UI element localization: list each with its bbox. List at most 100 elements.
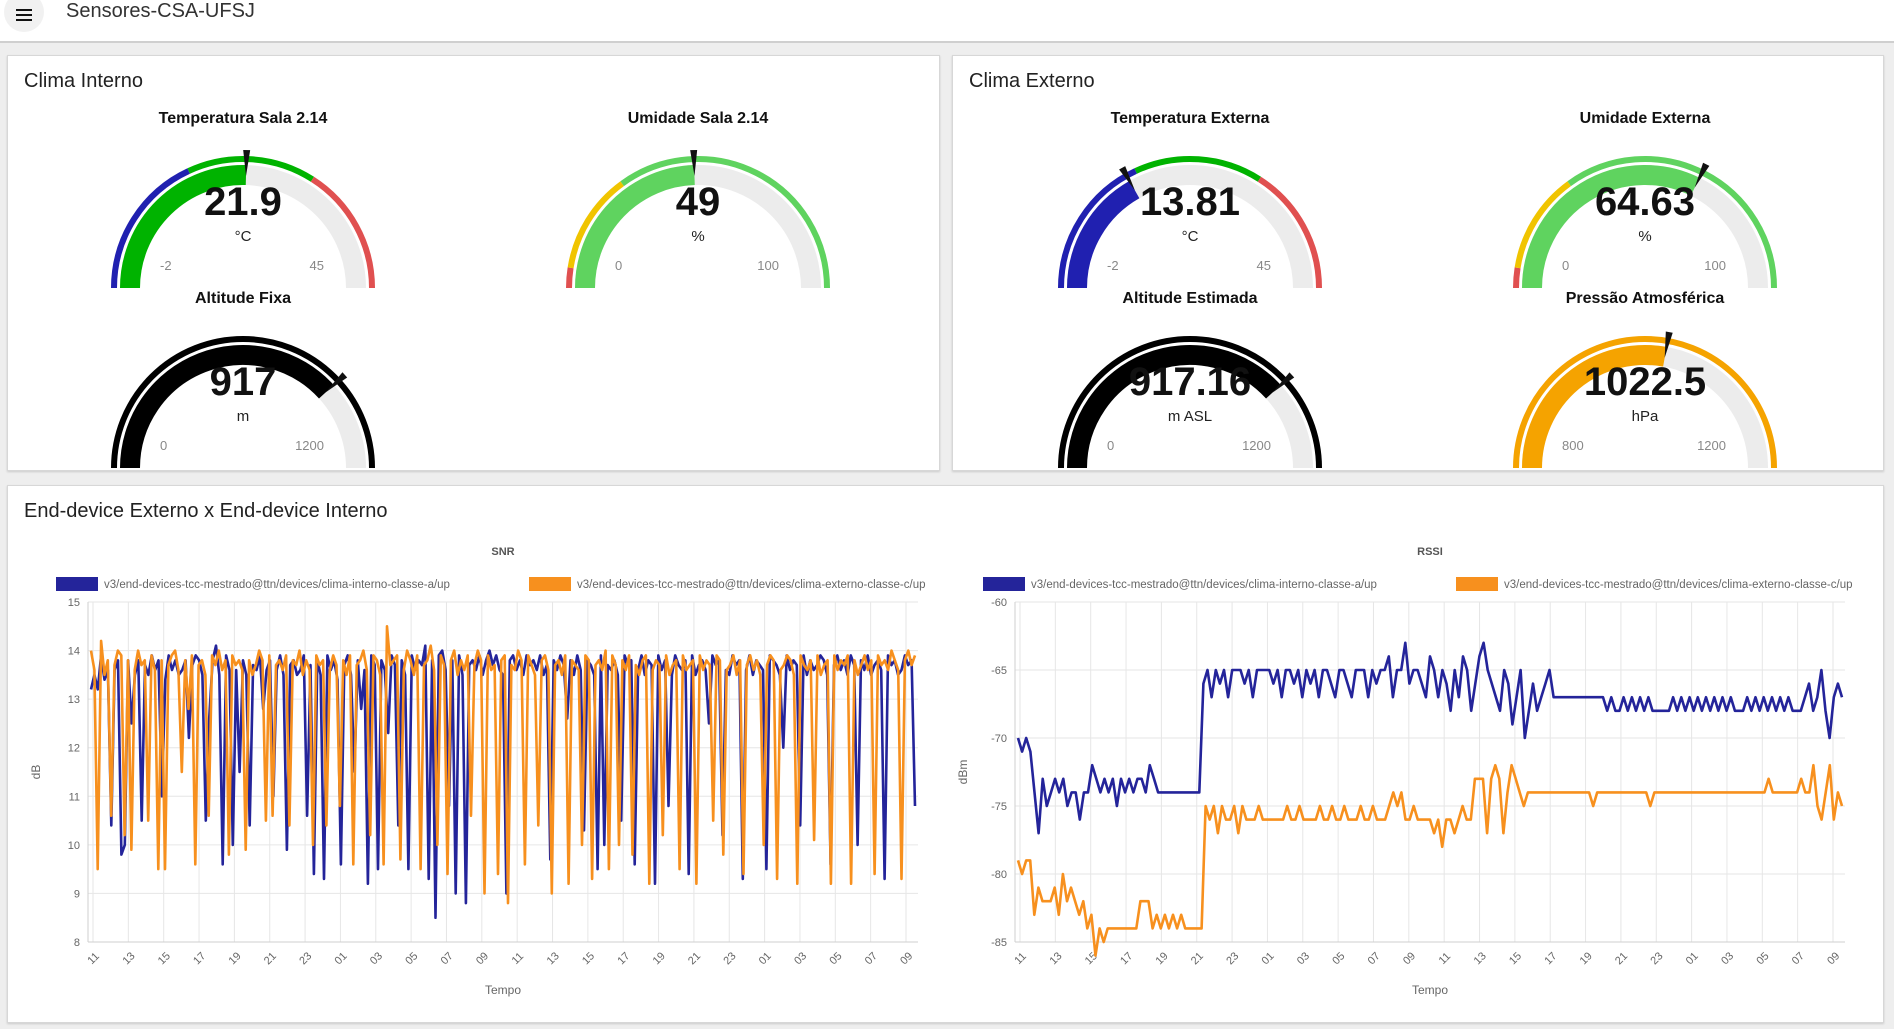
x-tick-label: 19: [1578, 950, 1595, 967]
x-axis-label: Tempo: [485, 983, 521, 997]
rssi-chart: RSSI v3/end-devices-tcc-mestrado@ttn/devi…: [953, 532, 1863, 1007]
gauge-band: [1513, 267, 1521, 289]
clima-externo-card: Clima Externo Temperatura Externa 13.81 °C…: [952, 55, 1884, 471]
gauge-title: Pressão Atmosférica: [1565, 290, 1725, 307]
x-tick-label: 21: [1189, 950, 1206, 967]
x-tick-label: 23: [1648, 950, 1665, 967]
gauge-title: Altitude Estimada: [1122, 290, 1258, 307]
legend-item[interactable]: v3/end-devices-tcc-mestrado@ttn/devices/…: [56, 577, 450, 591]
card-title: Clima Externo: [969, 70, 1095, 92]
x-tick-label: 21: [262, 950, 279, 967]
gauge-band: [566, 267, 574, 289]
gauge-max: 45: [309, 258, 324, 273]
series-line: [89, 644, 917, 920]
chart-title: RSSI: [1417, 546, 1443, 558]
legend-swatch: [529, 577, 571, 591]
x-tick-label: 03: [1295, 950, 1312, 967]
gauge-min: -2: [160, 258, 172, 273]
y-tick-label: 9: [74, 888, 80, 900]
x-tick-label: 13: [545, 950, 562, 967]
y-tick-label: -70: [991, 733, 1007, 745]
gauge-value: 21.9: [204, 180, 282, 224]
legend-label: v3/end-devices-tcc-mestrado@ttn/devices/…: [1031, 579, 1377, 591]
chart-svg: SNR v3/end-devices-tcc-mestrado@ttn/devic…: [29, 546, 926, 997]
hamburger-menu-icon: [16, 9, 32, 21]
gauge-value: 13.81: [1139, 180, 1241, 224]
gauge-unit: m: [236, 408, 250, 425]
x-tick-label: 03: [368, 950, 385, 967]
x-tick-label: 19: [227, 950, 244, 967]
gauge-unit: m ASL: [1167, 408, 1213, 425]
app-title: Sensores-CSA-UFSJ: [66, 0, 255, 22]
x-tick-label: 15: [1083, 950, 1100, 967]
x-tick-label: 03: [1719, 950, 1736, 967]
gauge-title: Temperatura Externa: [1110, 110, 1270, 127]
x-tick-label: 13: [1047, 950, 1064, 967]
x-tick-label: 09: [474, 950, 491, 967]
x-tick-label: 17: [615, 950, 632, 967]
gauge-max: 45: [1256, 258, 1271, 273]
x-tick-label: 01: [1684, 950, 1701, 967]
y-tick-label: -65: [991, 665, 1007, 677]
gauge-min: 0: [615, 258, 623, 273]
x-tick-label: 17: [1118, 950, 1135, 967]
legend-label: v3/end-devices-tcc-mestrado@ttn/devices/…: [1504, 579, 1853, 591]
x-tick-label: 13: [120, 950, 137, 967]
gauge-title: Umidade Sala 2.14: [627, 110, 769, 127]
x-tick-label: 05: [1330, 950, 1347, 967]
x-tick-label: 11: [1012, 950, 1029, 967]
y-axis-label: dBm: [956, 760, 970, 785]
y-tick-label: 13: [68, 694, 80, 706]
legend-label: v3/end-devices-tcc-mestrado@ttn/devices/…: [577, 579, 926, 591]
x-tick-label: 09: [898, 950, 915, 967]
x-tick-label: 09: [1825, 950, 1842, 967]
gauge-min: 0: [1562, 258, 1570, 273]
x-tick-label: 11: [85, 950, 102, 967]
y-tick-label: -85: [991, 937, 1007, 949]
x-tick-label: 13: [1472, 950, 1489, 967]
card-title: End-device Externo x End-device Interno: [24, 500, 388, 522]
y-tick-label: 8: [74, 937, 80, 949]
x-tick-label: 17: [191, 950, 208, 967]
app-toolbar: Sensores-CSA-UFSJ: [0, 0, 1894, 43]
gauge-min: 0: [160, 438, 168, 453]
menu-button[interactable]: [4, 0, 44, 32]
x-tick-label: 01: [333, 950, 350, 967]
x-tick-label: 05: [827, 950, 844, 967]
gauge-unit: °C: [1181, 228, 1199, 245]
gauge-min: -2: [1107, 258, 1119, 273]
x-tick-label: 21: [686, 950, 703, 967]
x-tick-label: 23: [721, 950, 738, 967]
x-tick-label: 07: [863, 950, 880, 967]
charts-card: End-device Externo x End-device Interno …: [7, 485, 1884, 1023]
y-tick-label: 15: [68, 597, 80, 609]
gauge-title: Altitude Fixa: [194, 290, 291, 307]
x-tick-label: 19: [651, 950, 668, 967]
gauge-temperatura-sala-2-14: Temperatura Sala 2.14 21.9 °C -2 45: [33, 110, 453, 290]
gauge-pressao-atmosferica: Pressão Atmosférica 1022.5 hPa 800 1200: [1435, 290, 1855, 470]
legend-item[interactable]: v3/end-devices-tcc-mestrado@ttn/devices/…: [983, 577, 1377, 591]
legend-swatch: [56, 577, 98, 591]
gauge-altitude-fixa: Altitude Fixa 917 m 0 1200: [33, 290, 453, 470]
x-tick-label: 05: [1754, 950, 1771, 967]
x-tick-label: 07: [439, 950, 456, 967]
gauge-min: 800: [1562, 438, 1584, 453]
x-tick-label: 23: [1224, 950, 1241, 967]
gauge-title: Umidade Externa: [1579, 110, 1711, 127]
legend-swatch: [1456, 577, 1498, 591]
x-tick-label: 07: [1366, 950, 1383, 967]
x-tick-label: 15: [1507, 950, 1524, 967]
legend-item[interactable]: v3/end-devices-tcc-mestrado@ttn/devices/…: [1456, 577, 1853, 591]
series-line: [89, 625, 917, 905]
y-tick-label: -75: [991, 801, 1007, 813]
x-tick-label: 11: [510, 950, 527, 967]
clima-interno-card: Clima Interno Temperatura Sala 2.14 21.9 °…: [7, 55, 940, 471]
y-tick-label: 14: [68, 646, 80, 658]
y-axis-label: dB: [29, 765, 43, 780]
legend-label: v3/end-devices-tcc-mestrado@ttn/devices/…: [104, 579, 450, 591]
x-tick-label: 17: [1542, 950, 1559, 967]
x-tick-label: 15: [156, 950, 173, 967]
gauge-umidade-externa: Umidade Externa 64.63% 0 100: [1435, 110, 1855, 290]
y-tick-label: 12: [68, 743, 80, 755]
legend-item[interactable]: v3/end-devices-tcc-mestrado@ttn/devices/…: [529, 577, 926, 591]
